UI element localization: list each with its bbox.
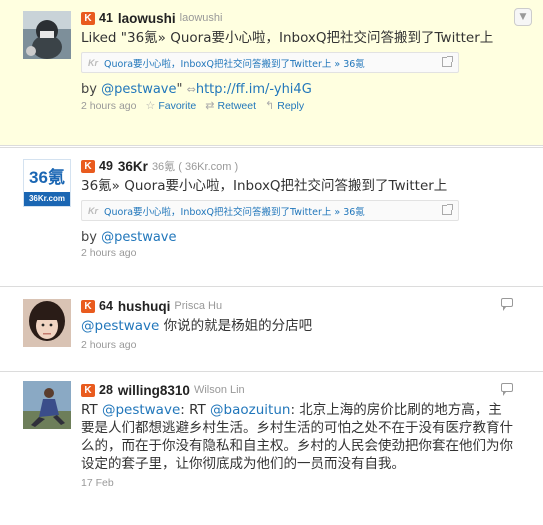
link-preview-card[interactable]: Kr Quora要小心啦，InboxQ把社交问答搬到了Twitter上 » 36… xyxy=(81,200,459,221)
klout-icon: K xyxy=(81,299,95,313)
retweet-button[interactable]: ⇄ Retweet xyxy=(205,99,257,113)
username-link[interactable]: laowushi xyxy=(118,11,176,26)
timestamp[interactable]: 2 hours ago xyxy=(81,100,136,112)
logo-text: 36氪 xyxy=(29,168,65,187)
tweet-text: 36氪» Quora要小心啦，InboxQ把社交问答搬到了Twitter上 xyxy=(81,178,448,194)
tweet-text: Liked "36氪» Quora要小心啦，InboxQ把社交问答搬到了Twit… xyxy=(81,30,494,46)
favorite-label: Favorite xyxy=(158,99,197,112)
mention-link[interactable]: @pestwave xyxy=(102,402,180,418)
favorite-button[interactable]: ☆ Favorite xyxy=(145,99,197,113)
timeline: K 41 laowushi laowushi Liked "36氪» Quora… xyxy=(0,0,543,525)
tweet-item[interactable]: K 28 willing8310 Wilson Lin RT @pestwave… xyxy=(0,373,543,525)
real-name: Wilson Lin xyxy=(193,384,245,396)
link-preview-card[interactable]: Kr Quora要小心啦，InboxQ把社交问答搬到了Twitter上 » 36… xyxy=(81,52,459,73)
external-link-icon[interactable] xyxy=(442,204,453,215)
by-prefix: by xyxy=(81,230,102,245)
external-link-icon[interactable] xyxy=(442,56,453,67)
by-suffix: " xyxy=(176,82,187,97)
tweet-header: K 41 laowushi laowushi xyxy=(81,8,513,28)
avatar[interactable] xyxy=(23,381,71,429)
timestamp[interactable]: 17 Feb xyxy=(81,477,114,489)
tweet-header: K 64 hushuqi Prisca Hu xyxy=(81,296,513,316)
attribution: by @pestwave" ⇔http://ff.im/-yhi4G xyxy=(81,82,513,97)
tweet-body: K 64 hushuqi Prisca Hu @pestwave 你说的就是杨姐… xyxy=(81,296,513,351)
username-link[interactable]: hushuqi xyxy=(118,299,171,314)
by-prefix: by xyxy=(81,82,102,97)
tweet-body: K 41 laowushi laowushi Liked "36氪» Quora… xyxy=(81,8,513,112)
reply-label: Reply xyxy=(277,99,305,112)
klout-icon: K xyxy=(81,11,95,25)
real-name: laowushi xyxy=(179,12,223,24)
real-name: Prisca Hu xyxy=(174,300,223,312)
tweet-text-body: 你说的就是杨姐的分店吧 xyxy=(159,318,313,334)
avatar[interactable]: 36氪 36Kr.com xyxy=(23,159,71,207)
reply-icon[interactable] xyxy=(501,298,513,311)
tweet-text: RT @pestwave: RT @baozuitun: 北京上海的房价比刷的地… xyxy=(81,401,513,473)
tweet-item[interactable]: 36氪 36Kr.com K 49 36Kr 36氪 ( 36Kr.com ) … xyxy=(0,147,543,287)
reply-icon[interactable] xyxy=(501,383,513,396)
tweet-meta: 2 hours ago xyxy=(81,247,513,259)
tweet-meta: 2 hours ago xyxy=(81,339,513,351)
mention-link[interactable]: @pestwave xyxy=(101,230,176,245)
reply-button[interactable]: ↰ Reply xyxy=(265,99,305,113)
retweet-label: Retweet xyxy=(217,99,257,112)
link-preview-text[interactable]: Quora要小心啦，InboxQ把社交问答搬到了Twitter上 » 36氪 xyxy=(104,204,365,218)
tweet-item[interactable]: K 64 hushuqi Prisca Hu @pestwave 你说的就是杨姐… xyxy=(0,288,543,372)
klout-score: 64 xyxy=(99,299,113,313)
klout-icon: K xyxy=(81,159,95,173)
klout-icon: K xyxy=(81,383,95,397)
short-url-link[interactable]: http://ff.im/-yhi4G xyxy=(196,82,312,97)
real-name: 36氪 ( 36Kr.com ) xyxy=(151,161,239,173)
kr-logo-icon: Kr xyxy=(88,57,99,68)
klout-score: 28 xyxy=(99,383,113,397)
mention-link[interactable]: @pestwave xyxy=(81,318,159,334)
rt-mid: : RT xyxy=(180,402,211,418)
kr-logo-icon: Kr xyxy=(88,205,99,216)
timestamp[interactable]: 2 hours ago xyxy=(81,339,136,351)
timestamp[interactable]: 2 hours ago xyxy=(81,247,136,259)
tweet-body: K 49 36Kr 36氪 ( 36Kr.com ) 36氪» Quora要小心… xyxy=(81,156,513,259)
klout-score: 49 xyxy=(99,159,113,173)
rt-prefix: RT xyxy=(81,402,102,418)
tweet-header: K 28 willing8310 Wilson Lin xyxy=(81,380,513,400)
reply-icon: ↰ xyxy=(265,100,275,112)
logo-subtext: 36Kr.com xyxy=(24,192,70,206)
klout-score: 41 xyxy=(99,11,113,25)
star-icon: ☆ xyxy=(145,100,156,112)
avatar[interactable] xyxy=(23,299,71,347)
tweet-item[interactable]: K 41 laowushi laowushi Liked "36氪» Quora… xyxy=(0,0,543,146)
mention-link[interactable]: @pestwave xyxy=(101,82,176,97)
tweet-meta: 17 Feb xyxy=(81,477,513,489)
tweet-menu-chevron-icon[interactable]: ▼ xyxy=(514,8,532,26)
username-link[interactable]: 36Kr xyxy=(118,159,148,174)
retweet-icon: ⇄ xyxy=(205,100,215,112)
tweet-body: K 28 willing8310 Wilson Lin RT @pestwave… xyxy=(81,380,513,489)
mention-link[interactable]: @baozuitun xyxy=(210,402,290,418)
tweet-text: @pestwave 你说的就是杨姐的分店吧 xyxy=(81,317,513,335)
attribution: by @pestwave xyxy=(81,230,513,245)
tweet-meta: 2 hours ago ☆ Favorite ⇄ Retweet ↰ Reply xyxy=(81,99,513,113)
link-icon: ⇔ xyxy=(186,83,196,96)
36kr-logo: 36氪 36Kr.com xyxy=(23,159,71,207)
username-link[interactable]: willing8310 xyxy=(118,383,190,398)
link-preview-text[interactable]: Quora要小心啦，InboxQ把社交问答搬到了Twitter上 » 36氪 xyxy=(104,56,365,70)
tweet-header: K 49 36Kr 36氪 ( 36Kr.com ) xyxy=(81,156,513,176)
avatar[interactable] xyxy=(23,11,71,59)
